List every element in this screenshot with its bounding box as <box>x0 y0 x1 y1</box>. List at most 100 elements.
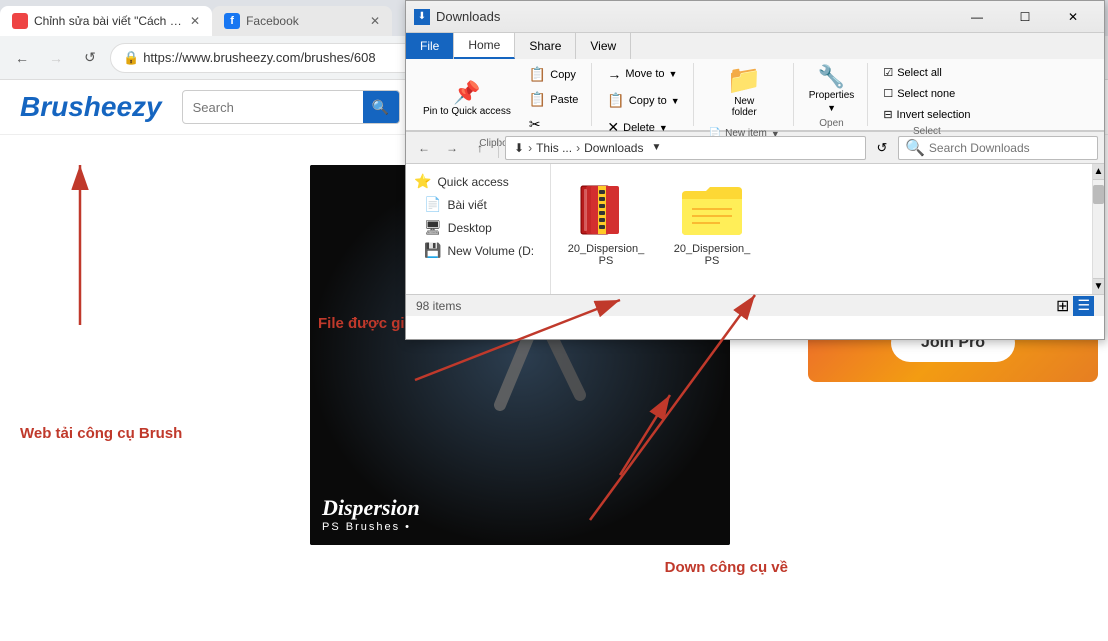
select-group: ☑ Select all ☐ Select none ⊟ Invert sele… <box>876 63 977 124</box>
desktop-icon: 🖥 <box>424 219 442 236</box>
select-none-btn[interactable]: ☐ Select none <box>876 84 977 103</box>
props-dropdown: ▼ <box>827 103 836 113</box>
scroll-thumb[interactable] <box>1093 185 1104 205</box>
fe-minimize[interactable]: — <box>954 1 1000 33</box>
fe-main-area: 20_Dispersion_PS <box>551 164 1092 294</box>
move-icon: → <box>607 66 621 82</box>
quick-access-icon: ⭐ <box>414 173 431 190</box>
view-list-btn[interactable]: ☰ <box>1073 296 1094 316</box>
ribbon-tab-home[interactable]: Home <box>454 33 515 59</box>
winrar-svg <box>576 184 636 236</box>
file-folder-name: 20_Dispersion_PS <box>673 243 751 267</box>
breadcrumb-this: › <box>528 141 532 155</box>
ribbon-tab-view[interactable]: View <box>576 33 631 59</box>
nav-refresh[interactable]: ↺ <box>76 44 104 72</box>
fe-scrollbar[interactable]: ▲ ▼ <box>1092 164 1104 294</box>
breadcrumb-dropdown[interactable]: ▼ <box>651 142 661 153</box>
select-none-icon: ☐ <box>883 87 893 100</box>
fe-navigation-bar: ← → ↑ ⬇ › This ... › Downloads ▼ ↺ 🔍 <box>406 132 1104 164</box>
site-search: 🔍 <box>182 90 400 124</box>
paste-icon: 📋 <box>529 91 546 108</box>
breadcrumb-icon: ⬇ <box>514 141 524 155</box>
file-archive-name: 20_Dispersion_PS <box>567 243 645 267</box>
move-to-btn[interactable]: → Move to ▼ <box>600 63 684 85</box>
sidebar-bai-viet[interactable]: 📄 Bài viết <box>406 193 550 216</box>
left-panel: Web tải công cụ Brush <box>0 135 310 641</box>
tab1-label: Chỉnh sửa bài viết "Cách làm hi... <box>34 14 184 28</box>
nav-back[interactable]: ← <box>8 44 36 72</box>
tab2-label: Facebook <box>246 14 299 28</box>
ribbon-tab-share[interactable]: Share <box>515 33 576 59</box>
sidebar-desktop[interactable]: 🖥 Desktop <box>406 216 550 239</box>
new-volume-icon: 💾 <box>424 242 441 259</box>
fe-breadcrumb[interactable]: ⬇ › This ... › Downloads ▼ <box>505 136 866 160</box>
fe-search-box[interactable]: 🔍 <box>898 136 1098 160</box>
fe-back[interactable]: ← <box>412 136 436 160</box>
pin-icon: 📌 <box>453 82 480 104</box>
ribbon-tabs: File Home Share View <box>406 33 1104 59</box>
move-dropdown-icon: ▼ <box>669 69 678 79</box>
delete-dropdown-icon: ▼ <box>659 123 668 133</box>
browser-tab-edit[interactable]: Chỉnh sửa bài viết "Cách làm hi... ✕ <box>0 6 212 36</box>
scroll-track[interactable] <box>1093 180 1104 278</box>
fb-tab-icon: f <box>224 13 240 29</box>
sidebar-new-volume[interactable]: 💾 New Volume (D: <box>406 239 550 262</box>
paste-btn[interactable]: 📋 Paste <box>522 88 586 111</box>
fe-maximize[interactable]: ☐ <box>1002 1 1048 33</box>
ribbon: File Home Share View 📌 <box>406 33 1104 132</box>
site-logo: Brusheezy <box>20 91 162 123</box>
folder-svg <box>680 183 745 238</box>
fe-refresh[interactable]: ↺ <box>870 136 894 160</box>
select-all-btn[interactable]: ☑ Select all <box>876 63 977 82</box>
bai-viet-icon: 📄 <box>424 196 441 213</box>
scroll-down[interactable]: ▼ <box>1093 278 1104 294</box>
address-text: https://www.brusheezy.com/brushes/608 <box>143 50 375 65</box>
fe-search-icon: 🔍 <box>905 138 925 158</box>
fe-title-text: Downloads <box>436 9 948 24</box>
view-controls: ⊞ ☰ <box>1056 296 1094 316</box>
view-grid-btn[interactable]: ⊞ <box>1056 296 1069 316</box>
search-button[interactable]: 🔍 <box>363 90 399 124</box>
web-label: Web tải công cụ Brush <box>20 425 182 442</box>
properties-btn[interactable]: 🔧 Properties ▼ <box>802 63 862 116</box>
folder-icon-large <box>677 180 747 240</box>
file-explorer-window: ⬇ Downloads — ☐ ✕ File Home Share <box>405 0 1105 340</box>
breadcrumb-sep: › <box>576 141 580 155</box>
file-folder[interactable]: 20_Dispersion_PS <box>667 174 757 273</box>
copy-icon: 📋 <box>529 66 546 83</box>
browser-tab-facebook[interactable]: f Facebook ✕ <box>212 6 392 36</box>
quick-access-label: Quick access <box>437 175 508 189</box>
copy-to-dropdown-icon: ▼ <box>671 96 680 106</box>
new-folder-icon: 📁 <box>727 66 762 94</box>
nav-forward[interactable]: → <box>42 44 70 72</box>
nav-divider <box>498 138 499 158</box>
edit-tab-icon <box>12 13 28 29</box>
fe-search-input[interactable] <box>929 141 1091 155</box>
search-input[interactable] <box>183 100 363 115</box>
new-folder-btn[interactable]: 📁 New folder <box>720 63 769 121</box>
invert-selection-btn[interactable]: ⊟ Invert selection <box>876 105 977 124</box>
delete-icon: ✕ <box>607 119 619 136</box>
fe-close[interactable]: ✕ <box>1050 1 1096 33</box>
tab1-close[interactable]: ✕ <box>190 14 200 28</box>
bai-viet-label: Bài viết <box>447 198 486 212</box>
fe-titlebar: ⬇ Downloads — ☐ ✕ <box>406 1 1104 33</box>
copy-btn[interactable]: 📋 Copy <box>522 63 586 86</box>
ribbon-content: 📌 Pin to Quick access 📋 Copy 📋 Paste <box>406 59 1104 131</box>
open-items: 🔧 Properties ▼ <box>802 63 862 116</box>
sidebar-quick-access[interactable]: ⭐ Quick access <box>406 170 550 193</box>
cut-btn[interactable]: ✂ <box>522 113 586 136</box>
tab2-close[interactable]: ✕ <box>370 14 380 28</box>
copy-to-btn[interactable]: 📋 Copy to ▼ <box>600 89 686 112</box>
fe-up[interactable]: ↑ <box>468 136 492 160</box>
ribbon-tab-file[interactable]: File <box>406 33 454 59</box>
breadcrumb-this-text: This ... <box>536 141 572 155</box>
down-label: Down công cụ về <box>665 559 788 576</box>
invert-icon: ⊟ <box>883 108 892 121</box>
fe-forward[interactable]: → <box>440 136 464 160</box>
pin-to-quick-btn[interactable]: 📌 Pin to Quick access <box>416 79 518 121</box>
file-winrar[interactable]: 20_Dispersion_PS <box>561 174 651 273</box>
ribbon-group-organize: → Move to ▼ 📋 Copy to ▼ ✕ Delete ▼ <box>594 63 693 126</box>
scroll-up[interactable]: ▲ <box>1093 164 1104 180</box>
copy-paste-group: 📋 Copy 📋 Paste ✂ <box>522 63 586 136</box>
